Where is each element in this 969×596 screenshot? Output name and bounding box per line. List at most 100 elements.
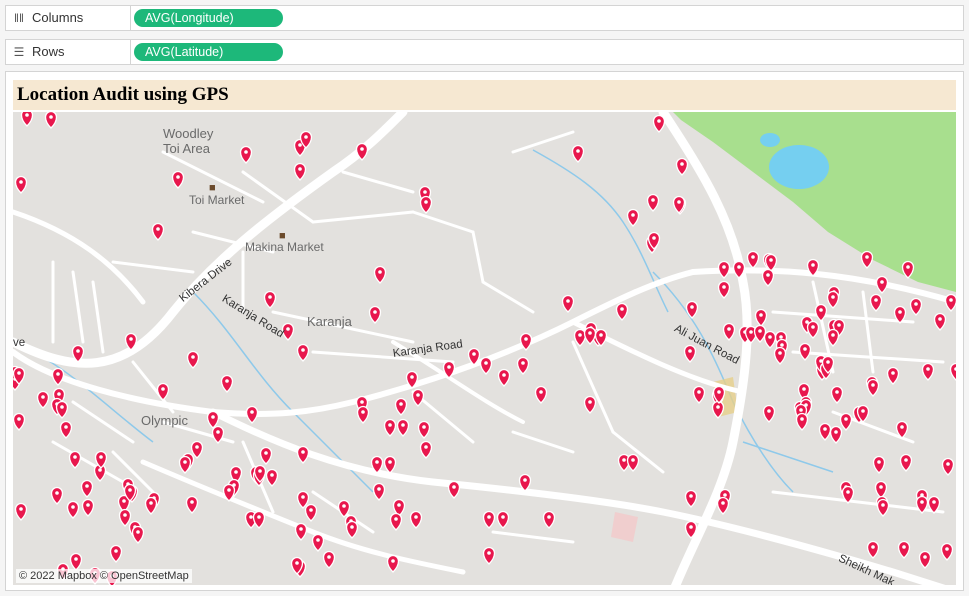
- location-marker[interactable]: [131, 525, 145, 544]
- location-marker[interactable]: [839, 412, 853, 431]
- location-marker[interactable]: [373, 265, 387, 284]
- location-marker[interactable]: [798, 342, 812, 361]
- rows-shelf[interactable]: ☰ Rows AVG(Latitude): [5, 39, 964, 65]
- location-marker[interactable]: [383, 418, 397, 437]
- location-marker[interactable]: [185, 495, 199, 514]
- location-marker[interactable]: [178, 455, 192, 474]
- location-marker[interactable]: [626, 453, 640, 472]
- location-marker[interactable]: [259, 446, 273, 465]
- columns-shelf[interactable]: ‖‖ Columns AVG(Longitude): [5, 5, 964, 31]
- location-marker[interactable]: [144, 496, 158, 515]
- location-marker[interactable]: [826, 328, 840, 347]
- location-marker[interactable]: [239, 145, 253, 164]
- location-marker[interactable]: [516, 356, 530, 375]
- location-marker[interactable]: [69, 552, 83, 571]
- location-marker[interactable]: [156, 382, 170, 401]
- location-marker[interactable]: [806, 320, 820, 339]
- location-marker[interactable]: [542, 510, 556, 529]
- location-marker[interactable]: [109, 544, 123, 563]
- location-marker[interactable]: [918, 550, 932, 569]
- location-marker[interactable]: [652, 114, 666, 133]
- location-marker[interactable]: [419, 440, 433, 459]
- location-marker[interactable]: [14, 175, 28, 194]
- location-marker[interactable]: [826, 290, 840, 309]
- location-marker[interactable]: [872, 455, 886, 474]
- location-marker[interactable]: [372, 482, 386, 501]
- location-marker[interactable]: [761, 268, 775, 287]
- location-marker[interactable]: [419, 195, 433, 214]
- location-marker[interactable]: [59, 420, 73, 439]
- location-marker[interactable]: [296, 445, 310, 464]
- location-marker[interactable]: [949, 362, 957, 381]
- location-marker[interactable]: [860, 250, 874, 269]
- location-marker[interactable]: [717, 260, 731, 279]
- location-marker[interactable]: [356, 405, 370, 424]
- location-marker[interactable]: [296, 343, 310, 362]
- map-attribution[interactable]: © 2022 Mapbox © OpenStreetMap: [16, 569, 192, 583]
- location-marker[interactable]: [497, 368, 511, 387]
- location-marker[interactable]: [68, 450, 82, 469]
- location-marker[interactable]: [874, 480, 888, 499]
- location-marker[interactable]: [573, 328, 587, 347]
- location-marker[interactable]: [245, 405, 259, 424]
- location-marker[interactable]: [482, 546, 496, 565]
- location-marker[interactable]: [754, 308, 768, 327]
- location-marker[interactable]: [293, 162, 307, 181]
- location-marker[interactable]: [675, 157, 689, 176]
- location-marker[interactable]: [55, 400, 69, 419]
- location-marker[interactable]: [50, 486, 64, 505]
- location-marker[interactable]: [265, 468, 279, 487]
- location-marker[interactable]: [496, 510, 510, 529]
- location-marker[interactable]: [81, 498, 95, 517]
- location-marker[interactable]: [304, 503, 318, 522]
- location-marker[interactable]: [753, 324, 767, 343]
- location-marker[interactable]: [263, 290, 277, 309]
- location-marker[interactable]: [909, 297, 923, 316]
- location-marker[interactable]: [211, 425, 225, 444]
- location-marker[interactable]: [368, 305, 382, 324]
- location-marker[interactable]: [345, 520, 359, 539]
- location-marker[interactable]: [717, 280, 731, 299]
- location-marker[interactable]: [294, 522, 308, 541]
- location-marker[interactable]: [899, 453, 913, 472]
- location-marker[interactable]: [626, 208, 640, 227]
- location-marker[interactable]: [396, 418, 410, 437]
- location-marker[interactable]: [409, 510, 423, 529]
- location-marker[interactable]: [252, 510, 266, 529]
- location-marker[interactable]: [479, 356, 493, 375]
- location-marker[interactable]: [941, 457, 955, 476]
- location-marker[interactable]: [14, 502, 28, 521]
- location-marker[interactable]: [561, 294, 575, 313]
- map-view[interactable]: Woodley Toi Area ■ Toi Market ■ Makina M…: [13, 112, 956, 585]
- location-marker[interactable]: [44, 112, 58, 129]
- location-marker[interactable]: [773, 346, 787, 365]
- location-marker[interactable]: [220, 374, 234, 393]
- location-marker[interactable]: [692, 385, 706, 404]
- longitude-pill[interactable]: AVG(Longitude): [134, 9, 283, 27]
- location-marker[interactable]: [795, 412, 809, 431]
- location-marker[interactable]: [322, 550, 336, 569]
- location-marker[interactable]: [583, 395, 597, 414]
- location-marker[interactable]: [534, 385, 548, 404]
- location-marker[interactable]: [875, 275, 889, 294]
- location-marker[interactable]: [171, 170, 185, 189]
- location-marker[interactable]: [118, 508, 132, 527]
- location-marker[interactable]: [866, 540, 880, 559]
- location-marker[interactable]: [615, 302, 629, 321]
- location-marker[interactable]: [866, 378, 880, 397]
- location-marker[interactable]: [571, 144, 585, 163]
- location-marker[interactable]: [417, 420, 431, 439]
- location-marker[interactable]: [814, 303, 828, 322]
- location-marker[interactable]: [716, 496, 730, 515]
- location-marker[interactable]: [482, 510, 496, 529]
- latitude-pill[interactable]: AVG(Latitude): [134, 43, 283, 61]
- location-marker[interactable]: [944, 293, 957, 312]
- location-marker[interactable]: [394, 397, 408, 416]
- location-marker[interactable]: [20, 112, 34, 127]
- location-marker[interactable]: [830, 385, 844, 404]
- location-marker[interactable]: [685, 300, 699, 319]
- location-marker[interactable]: [186, 350, 200, 369]
- location-marker[interactable]: [66, 500, 80, 519]
- location-marker[interactable]: [151, 222, 165, 241]
- location-marker[interactable]: [190, 440, 204, 459]
